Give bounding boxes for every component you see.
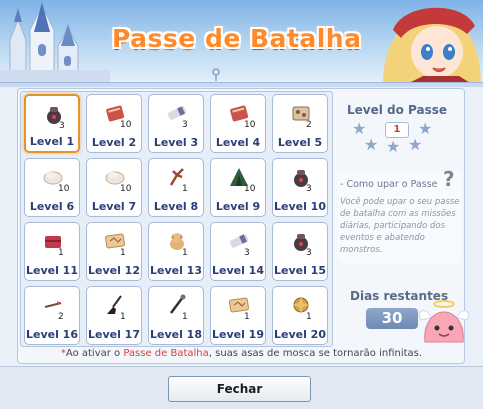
days-remaining-value: 30 (366, 308, 418, 329)
reward-quantity: 10 (244, 120, 256, 130)
reward-cell-level-9[interactable]: 10 Level 9 (210, 158, 266, 217)
pass-level-value: 1 (385, 122, 409, 138)
reward-level-label: Level 6 (29, 200, 75, 213)
star-icon: ★ (364, 135, 379, 154)
reward-quantity: 2 (58, 312, 64, 322)
reward-cell-level-17[interactable]: 1 Level 17 (86, 286, 142, 345)
reward-cell-level-5[interactable]: 2 Level 5 (272, 94, 328, 153)
reward-cell-level-20[interactable]: 1 Level 20 (272, 286, 328, 345)
reward-quantity: 3 (59, 121, 65, 131)
reward-quantity: 1 (306, 312, 312, 322)
reward-level-label: Level 14 (211, 264, 264, 277)
note-prefix: Ao ativar o (65, 348, 124, 359)
reward-quantity: 1 (182, 184, 188, 194)
reward-level-label: Level 3 (153, 136, 199, 149)
reward-cell-level-4[interactable]: 10 Level 4 (210, 94, 266, 153)
reward-quantity: 10 (120, 184, 132, 194)
reward-cell-level-14[interactable]: 3 Level 14 (210, 222, 266, 281)
reward-level-label: Level 15 (273, 264, 326, 277)
reward-level-label: Level 5 (277, 136, 323, 149)
angel-poring-icon (418, 300, 470, 343)
banner: Passe de Batalha (0, 0, 483, 86)
reward-cell-level-6[interactable]: 10 Level 6 (24, 158, 80, 217)
reward-cell-level-13[interactable]: 1 Level 13 (148, 222, 204, 281)
reward-quantity: 1 (120, 248, 126, 258)
character-illustration (383, 7, 481, 86)
banner-divider (0, 82, 483, 87)
reward-quantity: 1 (244, 312, 250, 322)
reward-quantity: 3 (306, 184, 312, 194)
footer-note: *Ao ativar o Passe de Batalha, suas asas… (0, 348, 483, 359)
reward-level-label: Level 7 (91, 200, 137, 213)
reward-quantity: 2 (306, 120, 312, 130)
reward-cell-level-16[interactable]: 2 Level 16 (24, 286, 80, 345)
star-icon: ★ (408, 135, 423, 154)
reward-level-label: Level 13 (149, 264, 202, 277)
reward-quantity: 1 (182, 312, 188, 322)
reward-level-label: Level 12 (87, 264, 140, 277)
reward-level-label: Level 16 (25, 328, 78, 341)
reward-quantity: 1 (58, 248, 64, 258)
window-title: Passe de Batalha (112, 24, 362, 53)
howto-title: - Como upar o Passe (340, 179, 438, 190)
pass-level-title: Level do Passe (347, 103, 448, 117)
reward-level-label: Level 19 (211, 328, 264, 341)
reward-level-label: Level 17 (87, 328, 140, 341)
reward-cell-level-8[interactable]: 1 Level 8 (148, 158, 204, 217)
note-suffix: , suas asas de mosca se tornarão infinit… (208, 348, 423, 359)
reward-cell-level-10[interactable]: 3 Level 10 (272, 158, 328, 217)
reward-cell-level-11[interactable]: 1 Level 11 (24, 222, 80, 281)
reward-quantity: 3 (182, 120, 188, 130)
reward-level-label: Level 8 (153, 200, 199, 213)
reward-quantity: 1 (182, 248, 188, 258)
castle-illustration (0, 2, 110, 86)
help-icon[interactable]: ? (443, 167, 455, 191)
reward-cell-level-1[interactable]: 3 Level 1 (24, 94, 80, 153)
reward-cell-level-2[interactable]: 10 Level 2 (86, 94, 142, 153)
reward-quantity: 1 (120, 312, 126, 322)
reward-cell-level-18[interactable]: 1 Level 18 (148, 286, 204, 345)
reward-quantity: 3 (244, 248, 250, 258)
reward-level-label: Level 1 (29, 135, 75, 148)
reward-cell-level-12[interactable]: 1 Level 12 (86, 222, 142, 281)
close-button[interactable]: Fechar (168, 376, 311, 402)
reward-quantity: 10 (244, 184, 256, 194)
reward-level-label: Level 4 (215, 136, 261, 149)
reward-level-label: Level 20 (273, 328, 326, 341)
star-icon: ★ (386, 137, 401, 156)
reward-cell-level-19[interactable]: 1 Level 19 (210, 286, 266, 345)
reward-level-label: Level 18 (149, 328, 202, 341)
reward-cell-level-15[interactable]: 3 Level 15 (272, 222, 328, 281)
reward-level-label: Level 10 (273, 200, 326, 213)
key-icon (212, 68, 220, 81)
reward-cell-level-3[interactable]: 3 Level 3 (148, 94, 204, 153)
reward-quantity: 10 (58, 184, 70, 194)
reward-level-label: Level 2 (91, 136, 137, 149)
howto-text: Você pode upar o seu passe de batalha co… (340, 197, 460, 255)
reward-level-label: Level 9 (215, 200, 261, 213)
note-highlight: Passe de Batalha (123, 348, 209, 359)
reward-quantity: 10 (120, 120, 132, 130)
reward-quantity: 3 (306, 248, 312, 258)
reward-cell-level-7[interactable]: 10 Level 7 (86, 158, 142, 217)
reward-level-label: Level 11 (25, 264, 78, 277)
